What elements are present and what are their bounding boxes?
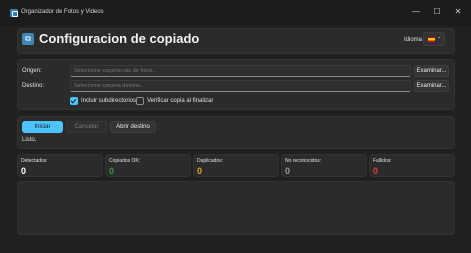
- app-photo-icon: [10, 9, 18, 17]
- chevron-down-icon: ⌄: [437, 34, 442, 40]
- stat-label: Copiados OK:: [109, 158, 141, 164]
- verify-copy-checkbox[interactable]: [136, 97, 144, 105]
- stat-label: Fallidos:: [373, 158, 392, 164]
- stat-card-detected: Detectados: 0: [17, 154, 103, 177]
- destination-input[interactable]: [70, 80, 411, 92]
- language-label: Idioma: [404, 37, 423, 43]
- title-bar: Organizador de Fotos y Videos — ☐ ✕: [0, 0, 471, 26]
- cancel-button[interactable]: Cancelar: [66, 121, 107, 133]
- origin-label: Origen:: [22, 68, 42, 74]
- open-destination-button[interactable]: Abrir destino: [110, 121, 156, 133]
- destination-label: Destino:: [22, 83, 45, 89]
- stat-card-copied: Copiados OK: 0: [105, 154, 191, 177]
- stat-card-failed: Fallidos: 0: [369, 154, 455, 177]
- start-button[interactable]: Iniciar: [22, 121, 63, 133]
- include-subdirs-checkbox[interactable]: [70, 97, 78, 105]
- language-select[interactable]: ⌄: [423, 32, 445, 46]
- spain-flag-icon: [428, 37, 435, 42]
- copy-icon: ⧉: [22, 33, 34, 45]
- header-panel: ⧉ Configuracion de copiado Idioma ⌄: [17, 28, 455, 54]
- maximize-button[interactable]: ☐: [431, 6, 443, 18]
- verify-copy-label: Verificar copia al finalizar: [147, 98, 214, 104]
- page-title: Configuracion de copiado: [39, 31, 200, 46]
- status-text: Listo.: [22, 137, 37, 143]
- minimize-button[interactable]: —: [410, 6, 422, 18]
- stat-label: Detectados:: [21, 158, 48, 164]
- stat-card-unrecognized: No reconocidos: 0: [281, 154, 367, 177]
- log-area[interactable]: [17, 181, 455, 235]
- stat-value: 0: [285, 166, 291, 176]
- stat-label: Duplicados:: [197, 158, 224, 164]
- stat-value: 0: [21, 166, 27, 176]
- stat-value: 0: [373, 166, 379, 176]
- destination-browse-button[interactable]: Examinar...: [414, 80, 449, 92]
- include-subdirs-label: Incluir subdirectorios: [81, 98, 137, 104]
- close-button[interactable]: ✕: [452, 6, 464, 18]
- window-title: Organizador de Fotos y Videos: [21, 9, 104, 15]
- origin-browse-button[interactable]: Examinar...: [414, 65, 449, 77]
- stat-value: 0: [109, 166, 115, 176]
- origin-input[interactable]: [70, 65, 411, 77]
- stat-label: No reconocidos:: [285, 158, 322, 164]
- stat-card-duplicates: Duplicados: 0: [193, 154, 279, 177]
- paths-panel: Origen: Examinar... Destino: Examinar...…: [17, 59, 455, 110]
- stat-value: 0: [197, 166, 203, 176]
